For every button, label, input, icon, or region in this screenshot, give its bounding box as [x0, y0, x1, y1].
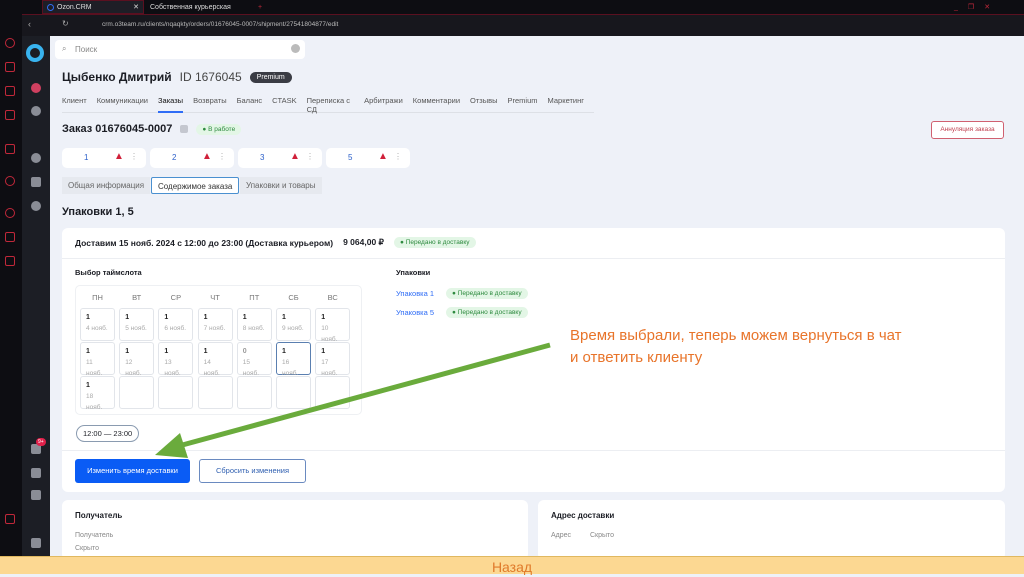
back-button[interactable]: Назад	[0, 556, 1024, 575]
back-label: Назад	[491, 559, 533, 575]
annotation-arrow	[155, 342, 551, 458]
